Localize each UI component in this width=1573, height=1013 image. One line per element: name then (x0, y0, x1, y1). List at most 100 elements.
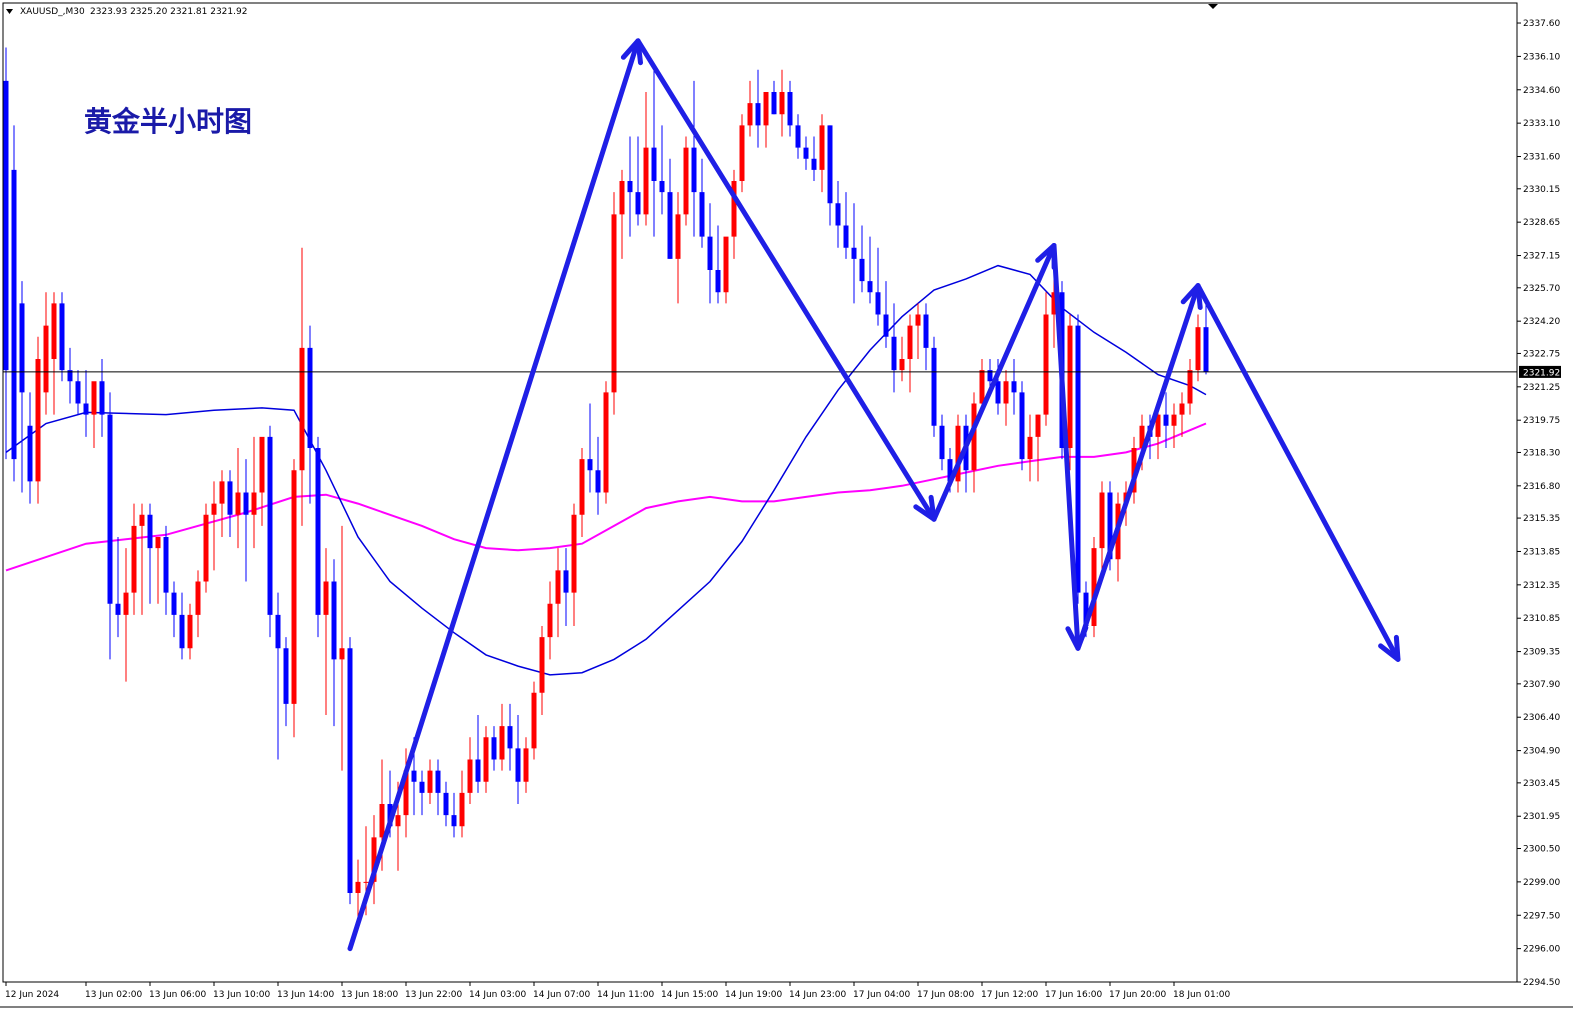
candle-bullish (1179, 392, 1185, 437)
y-tick-label: 2306.40 (1523, 713, 1560, 723)
trend-arrow-shaft (1075, 283, 1201, 651)
candle-bearish (331, 559, 337, 727)
candle-bullish (1195, 314, 1201, 382)
candle-bullish (603, 381, 609, 504)
candle-bullish (619, 169, 625, 259)
candle-body (995, 381, 1001, 404)
candle-body (563, 570, 569, 593)
y-tick-label: 2312.35 (1523, 581, 1560, 591)
y-tick-label: 2307.90 (1523, 680, 1560, 690)
y-tick-label: 2316.80 (1523, 482, 1560, 492)
candle-body (451, 815, 457, 827)
candle-bearish (171, 581, 177, 638)
candle-bearish (147, 503, 153, 604)
candle-body (843, 225, 849, 248)
candle-body (891, 336, 897, 371)
candle-bullish (955, 414, 961, 493)
candle-bearish (315, 436, 321, 638)
candle-body (939, 425, 945, 460)
candle-bullish (915, 303, 921, 359)
candle-body (1195, 327, 1201, 371)
candle-bullish (467, 737, 473, 804)
candle-body (195, 581, 201, 615)
candle-body (523, 748, 529, 782)
candle-body (3, 80, 9, 371)
y-tick-label: 2299.00 (1523, 878, 1560, 888)
candle-bearish (627, 136, 633, 237)
candle-bullish (523, 737, 529, 793)
candle-body (395, 815, 401, 827)
candle-body (619, 181, 625, 215)
y-tick-label: 2324.20 (1523, 317, 1560, 327)
candle-body (475, 759, 481, 782)
candle-bullish (579, 448, 585, 537)
trend-arrow-shaft (347, 38, 641, 952)
candle-body (1187, 370, 1193, 404)
candle-body (259, 436, 265, 493)
candle-body (435, 770, 441, 793)
candle-bearish (3, 47, 9, 460)
candle-body (27, 425, 33, 482)
y-tick-label: 2315.35 (1523, 514, 1560, 524)
candle-bullish (675, 192, 681, 304)
candle-bearish (707, 203, 713, 304)
candle-bullish (203, 503, 209, 593)
y-tick-label: 2337.60 (1523, 19, 1560, 29)
candle-body (763, 92, 769, 126)
candle-body (811, 158, 817, 170)
candle-body (1019, 392, 1025, 460)
candle-bearish (883, 281, 889, 348)
candle-bearish (827, 125, 833, 226)
y-tick-label: 2304.90 (1523, 747, 1560, 757)
candle-bearish (595, 436, 601, 515)
candle-bearish (563, 548, 569, 626)
candle-body (179, 614, 185, 649)
price-chart[interactable]: 2337.60 2336.10 2334.60 2333.10 2331.60 2330.… (0, 0, 1573, 1013)
candle-body (467, 759, 473, 793)
y-tick-label: 2310.85 (1523, 614, 1560, 624)
candle-body (443, 792, 449, 816)
candle-body (531, 692, 537, 749)
candle-body (379, 804, 385, 838)
candle-body (699, 192, 705, 237)
candle-bearish (891, 303, 897, 393)
candle-bearish (795, 114, 801, 159)
candle-body (315, 448, 321, 615)
x-tick-label: 13 Jun 02:00 (85, 990, 142, 1000)
candle-bullish (51, 292, 57, 415)
candle-body (603, 392, 609, 493)
candle-bullish (123, 548, 129, 682)
candle-bearish (419, 770, 425, 816)
candle-body (747, 103, 753, 126)
candle-bearish (11, 125, 17, 482)
candle-body (363, 881, 369, 883)
candle-body (155, 537, 161, 549)
y-tick-label: 2319.75 (1523, 416, 1560, 426)
shift-marker-icon[interactable] (1208, 4, 1218, 9)
x-tick-label: 12 Jun 2024 (5, 990, 59, 1000)
chart-menu-arrow-icon[interactable] (6, 9, 13, 14)
candle-body (715, 270, 721, 293)
candle-body (307, 347, 313, 448)
candle-bearish (243, 459, 249, 582)
y-tick-label: 2333.10 (1523, 119, 1560, 129)
candle-body (579, 459, 585, 515)
candle-body (1043, 314, 1049, 415)
candle-bearish (1011, 359, 1017, 415)
candle-bearish (267, 425, 273, 638)
candle-body (595, 470, 601, 493)
x-tick-label: 14 Jun 03:00 (469, 990, 526, 1000)
candle-bullish (187, 603, 193, 660)
candle-bullish (259, 436, 265, 526)
candle-bullish (531, 681, 537, 760)
candle-bullish (139, 503, 145, 615)
candle-bearish (787, 80, 793, 137)
candle-bearish (227, 470, 233, 537)
candle-bullish (747, 80, 753, 137)
candle-bearish (283, 637, 289, 727)
candle-bullish (1171, 403, 1177, 448)
candle-body (707, 236, 713, 270)
candle-bearish (491, 726, 497, 771)
y-tick-label: 2322.75 (1523, 349, 1560, 359)
y-tick-label: 2313.85 (1523, 547, 1560, 557)
